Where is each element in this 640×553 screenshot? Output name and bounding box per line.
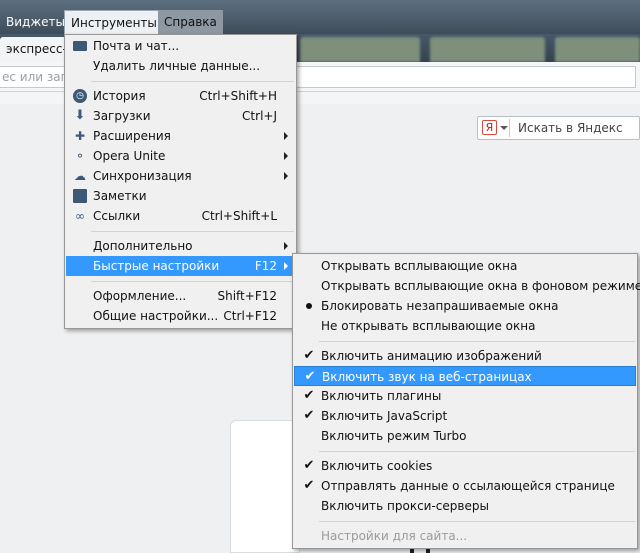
menu-item-plugins[interactable]: ✔ Включить плагины [294,386,636,406]
menu-item-site-prefs: Настройки для сайта... [321,529,468,543]
tab-background[interactable] [430,37,545,62]
clock-icon: ◷ [73,89,87,103]
menu-item-javascript[interactable]: ✔ Включить JavaScript [294,406,636,426]
speed-dial-card[interactable] [230,420,300,553]
submenu-arrow-icon [284,152,288,160]
menu-item-delete-data[interactable]: Удалить личные данные... [66,56,295,76]
menu-item-downloads[interactable]: ⬇ Загрузки Ctrl+J [66,106,295,126]
menu-item-sync[interactable]: ☁ Синхронизация [66,166,295,186]
menu-item-extensions[interactable]: ✚ Расширения [66,126,295,146]
menu-item-appearance[interactable]: Оформление... Shift+F12 [66,286,295,306]
menu-item-history[interactable]: ◷ История Ctrl+Shift+H [66,86,295,106]
menu-widgets[interactable]: Виджеты [0,10,71,34]
checkmark-icon: ✔ [304,369,316,384]
menu-item-popups-background[interactable]: Открывать всплывающие окна в фоновом реж… [294,276,640,296]
quick-prefs-menu: Открывать всплывающие окна Открывать всп… [292,253,640,549]
menu-separator [91,81,294,82]
menu-item-cookies[interactable]: ✔ Включить cookies [294,456,636,476]
unite-icon: ⚬ [74,149,86,163]
menu-tools[interactable]: Инструменты [64,10,164,34]
menu-item-sound[interactable]: ✔ Включить звук на веб-страницах [294,366,636,386]
submenu-arrow-icon [284,172,288,180]
menu-item-popups-never[interactable]: Не открывать всплывающие окна [294,316,636,336]
menu-item-general-prefs[interactable]: Общие настройки... Ctrl+F12 [66,306,295,326]
tab-background[interactable] [300,37,420,62]
menu-item-proxy[interactable]: Включить прокси-серверы [294,496,636,516]
menu-item-animation[interactable]: ✔ Включить анимацию изображений [294,346,636,366]
menu-help[interactable]: Справка [158,10,223,34]
search-placeholder: Искать в Яндекс [518,121,623,135]
download-icon: ⬇ [74,108,86,123]
menu-item-turbo[interactable]: Включить режим Turbo [294,426,636,446]
tools-menu: Почта и чат... Удалить личные данные... … [64,34,297,329]
radio-selected-icon [306,303,312,309]
tab-background[interactable] [555,37,640,62]
submenu-arrow-icon [284,262,288,270]
menu-separator [319,341,635,342]
search-engine-button[interactable]: Я [480,119,510,137]
submenu-arrow-icon [284,242,288,250]
menu-separator [91,281,294,282]
menu-bar: Виджеты Инструменты Справка [0,0,640,34]
menu-item-popups-open[interactable]: Открывать всплывающие окна [294,256,636,276]
puzzle-icon: ✚ [74,129,86,143]
submenu-arrow-icon [284,132,288,140]
menu-item-mail[interactable]: Почта и чат... [66,36,295,56]
menu-item-opera-unite[interactable]: ⚬ Opera Unite [66,146,295,166]
notes-icon [73,189,87,203]
checkmark-icon: ✔ [303,388,315,403]
menu-item-quick-prefs[interactable]: Быстрые настройки F12 [66,256,295,276]
menu-separator [319,521,635,522]
checkmark-icon: ✔ [303,348,315,363]
link-icon: ∞ [75,209,85,223]
menu-item-popups-block[interactable]: Блокировать незапрашиваемые окна [294,296,636,316]
mail-icon [73,41,87,51]
search-input[interactable]: Я Искать в Яндекс [477,116,640,140]
menu-item-referrer[interactable]: ✔ Отправлять данные о ссылающейся страни… [294,476,636,496]
menu-item-advanced[interactable]: Дополнительно [66,236,295,256]
chevron-down-icon [500,126,508,130]
checkmark-icon: ✔ [303,478,315,493]
checkmark-icon: ✔ [303,408,315,423]
menu-item-links[interactable]: ∞ Ссылки Ctrl+Shift+L [66,206,295,226]
yandex-icon: Я [482,120,497,135]
menu-separator [91,231,294,232]
menu-separator [319,451,635,452]
cloud-icon: ☁ [74,169,86,183]
menu-item-notes[interactable]: Заметки [66,186,295,206]
checkmark-icon: ✔ [303,458,315,473]
